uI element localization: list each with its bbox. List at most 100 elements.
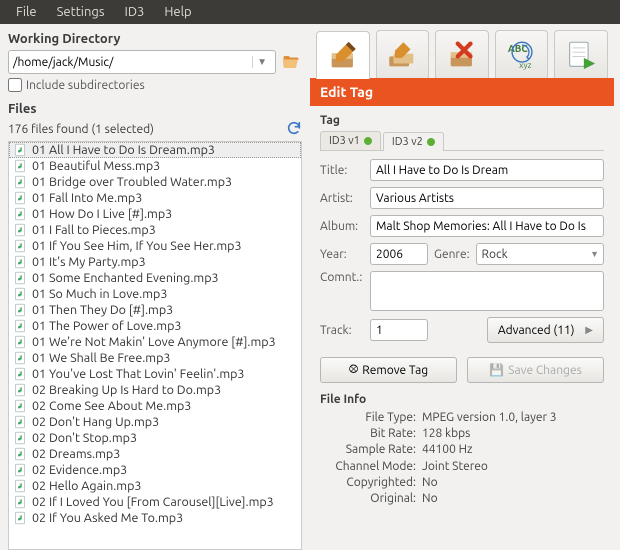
music-file-icon (13, 303, 27, 317)
artist-label: Artist: (320, 192, 364, 205)
file-info-key: Copyrighted: (320, 475, 416, 491)
file-row[interactable]: 02 Don't Hang Up.mp3 (9, 414, 301, 430)
comment-input[interactable] (370, 271, 604, 311)
file-row[interactable]: 01 We Shall Be Free.mp3 (9, 350, 301, 366)
file-info-table: File Type:MPEG version 1.0, layer 3Bit R… (320, 410, 604, 507)
file-info-value: 44100 Hz (422, 442, 604, 458)
file-info-key: File Type: (320, 410, 416, 426)
file-row[interactable]: 01 How Do I Live [#].mp3 (9, 206, 301, 222)
file-row[interactable]: 01 Beautiful Mess.mp3 (9, 158, 301, 174)
music-file-icon (13, 351, 27, 365)
file-list[interactable]: 01 All I Have to Do Is Dream.mp301 Beaut… (8, 141, 302, 550)
file-row[interactable]: 01 It's My Party.mp3 (9, 254, 301, 270)
menu-file[interactable]: File (6, 2, 47, 22)
music-file-icon (13, 223, 27, 237)
artist-input[interactable] (370, 187, 604, 209)
album-input[interactable] (370, 215, 604, 237)
file-row[interactable]: 02 Don't Stop.mp3 (9, 430, 301, 446)
file-info-value: No (422, 491, 604, 507)
tab-id3v1[interactable]: ID3 v1 (320, 131, 381, 150)
file-row[interactable]: 02 Breaking Up Is Hard to Do.mp3 (9, 382, 301, 398)
chevron-down-icon[interactable]: ▼ (252, 56, 271, 68)
file-name: 02 Come See About Me.mp3 (32, 399, 191, 413)
menu-id3[interactable]: ID3 (115, 2, 155, 22)
file-name: 01 Beautiful Mess.mp3 (32, 159, 160, 173)
file-row[interactable]: 01 Bridge over Troubled Water.mp3 (9, 174, 301, 190)
music-file-icon (13, 479, 27, 493)
file-info-label: File Info (320, 393, 604, 406)
music-file-icon (13, 175, 27, 189)
music-file-icon (13, 207, 27, 221)
menu-help[interactable]: Help (154, 2, 201, 22)
file-name: 02 Don't Stop.mp3 (32, 431, 137, 445)
file-name: 01 If You See Him, If You See Her.mp3 (32, 239, 242, 253)
save-changes-button[interactable]: 💾Save Changes (467, 357, 604, 383)
file-name: 02 Dreams.mp3 (32, 447, 120, 461)
music-file-icon (13, 431, 27, 445)
file-info-value: 128 kbps (422, 426, 604, 442)
include-subdirectories-checkbox[interactable]: Include subdirectories (8, 78, 302, 92)
file-row[interactable]: 01 Fall Into Me.mp3 (9, 190, 301, 206)
file-row[interactable]: 01 We're Not Makin' Love Anymore [#].mp3 (9, 334, 301, 350)
tool-tab-playlist[interactable] (554, 30, 608, 78)
file-name: 02 Breaking Up Is Hard to Do.mp3 (32, 383, 221, 397)
year-input[interactable] (370, 243, 428, 265)
file-name: 01 I Fall to Pieces.mp3 (32, 223, 156, 237)
music-file-icon (13, 463, 27, 477)
file-row[interactable]: 01 All I Have to Do Is Dream.mp3 (9, 142, 301, 158)
file-row[interactable]: 02 Evidence.mp3 (9, 462, 301, 478)
file-row[interactable]: 01 I Fall to Pieces.mp3 (9, 222, 301, 238)
music-file-icon (13, 415, 27, 429)
music-file-icon (13, 255, 27, 269)
file-row[interactable]: 01 Some Enchanted Evening.mp3 (9, 270, 301, 286)
file-row[interactable]: 02 Hello Again.mp3 (9, 478, 301, 494)
title-input[interactable] (370, 159, 604, 181)
tool-tab-bar: ABC xyz (310, 30, 614, 79)
refresh-button[interactable] (286, 120, 302, 139)
file-name: 01 How Do I Live [#].mp3 (32, 207, 172, 221)
music-file-icon (13, 495, 27, 509)
working-directory-input[interactable] (13, 56, 252, 69)
title-label: Title: (320, 164, 364, 177)
file-row[interactable]: 01 If You See Him, If You See Her.mp3 (9, 238, 301, 254)
file-row[interactable]: 01 So Much in Love.mp3 (9, 286, 301, 302)
tab-id3v2[interactable]: ID3 v2 (383, 132, 444, 151)
file-name: 01 So Much in Love.mp3 (32, 287, 167, 301)
include-subdirectories-input[interactable] (8, 78, 22, 92)
working-directory-combo[interactable]: ▼ (8, 50, 276, 74)
tool-tab-rename[interactable]: ABC xyz (495, 30, 549, 78)
svg-text:xyz: xyz (519, 59, 531, 69)
music-file-icon (13, 239, 27, 253)
music-file-icon (13, 399, 27, 413)
menu-settings[interactable]: Settings (47, 2, 115, 22)
file-row[interactable]: 01 Then They Do [#].mp3 (9, 302, 301, 318)
file-name: 01 Fall Into Me.mp3 (32, 191, 142, 205)
files-label: Files (8, 102, 302, 116)
remove-tag-button[interactable]: ⮾Remove Tag (320, 357, 457, 383)
file-name: 02 Evidence.mp3 (32, 463, 127, 477)
file-row[interactable]: 02 If I Loved You [From Carousel][Live].… (9, 494, 301, 510)
advanced-button[interactable]: Advanced (11) ▶ (487, 317, 604, 343)
genre-select[interactable]: Rock▼ (476, 243, 604, 265)
music-file-icon (13, 191, 27, 205)
music-file-icon (13, 143, 27, 157)
working-directory-label: Working Directory (8, 32, 302, 46)
tool-tab-edit[interactable] (316, 31, 370, 79)
open-folder-button[interactable] (280, 51, 302, 73)
music-file-icon (13, 447, 27, 461)
file-row[interactable]: 02 Come See About Me.mp3 (9, 398, 301, 414)
file-row[interactable]: 01 The Power of Love.mp3 (9, 318, 301, 334)
file-name: 01 Then They Do [#].mp3 (32, 303, 173, 317)
svg-text:ABC: ABC (507, 43, 528, 54)
tool-tab-multi[interactable] (376, 30, 430, 78)
track-input[interactable] (370, 319, 428, 341)
tool-tab-remove[interactable] (435, 30, 489, 78)
file-row[interactable]: 02 Dreams.mp3 (9, 446, 301, 462)
music-file-icon (13, 159, 27, 173)
file-row[interactable]: 02 If You Asked Me To.mp3 (9, 510, 301, 526)
id3-version-tabs: ID3 v1 ID3 v2 (320, 131, 604, 151)
chevron-down-icon: ▼ (590, 249, 599, 259)
music-file-icon (13, 511, 27, 525)
status-dot-icon (364, 137, 372, 145)
file-row[interactable]: 01 You've Lost That Lovin' Feelin'.mp3 (9, 366, 301, 382)
